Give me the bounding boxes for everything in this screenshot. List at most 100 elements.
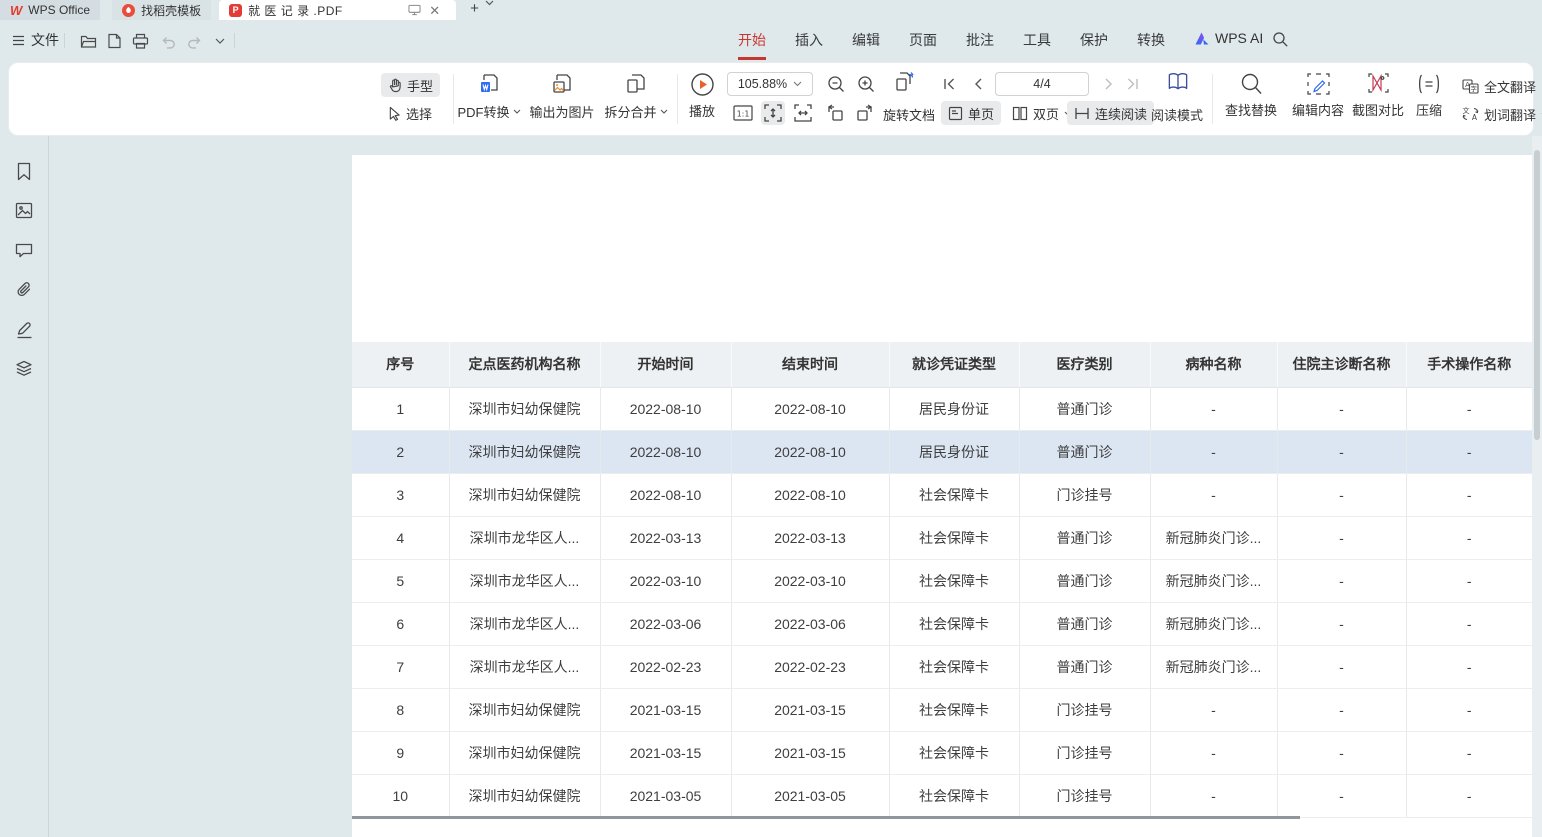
table-cell: - (1277, 602, 1406, 645)
rotate-doc-label: 旋转文档 (883, 108, 935, 123)
signature-pen-icon[interactable] (13, 319, 35, 341)
quick-access-chevron-icon[interactable] (210, 31, 230, 51)
wps-logo-icon: W (10, 3, 22, 18)
table-cell: 普通门诊 (1019, 387, 1150, 430)
first-page-button[interactable] (937, 72, 961, 96)
undo-icon[interactable] (158, 31, 178, 51)
document-page[interactable]: 序号定点医药机构名称开始时间结束时间就诊凭证类型医疗类别病种名称住院主诊断名称手… (352, 155, 1533, 837)
table-cell: 2021-03-05 (600, 774, 731, 817)
table-cell: 4 (352, 516, 449, 559)
search-icon[interactable] (1272, 31, 1289, 48)
compress-button[interactable]: 压缩 (1409, 72, 1449, 119)
select-tool-label: 选择 (406, 104, 432, 123)
redo-icon[interactable] (184, 31, 204, 51)
separator (234, 33, 235, 48)
svg-text:1:1: 1:1 (737, 110, 750, 119)
table-row: 3深圳市妇幼保健院2022-08-102022-08-10社会保障卡门诊挂号--… (352, 473, 1532, 516)
actual-size-button[interactable]: 1:1 (731, 101, 755, 125)
pdf-convert-label: PDF转换 (457, 102, 509, 121)
table-header-cell: 住院主诊断名称 (1277, 342, 1406, 387)
tab-document[interactable]: P 就 医 记 录 .PDF ✕ (219, 0, 456, 20)
menu-item-4[interactable]: 批注 (966, 30, 994, 50)
menu-item-5[interactable]: 工具 (1023, 30, 1051, 50)
menu-item-1[interactable]: 插入 (795, 30, 823, 50)
table-cell: 深圳市龙华区人... (449, 559, 600, 602)
separator (64, 33, 65, 48)
table-cell: - (1277, 731, 1406, 774)
read-mode-button[interactable]: 阅读模式 (1151, 105, 1203, 124)
tab-docer-templates[interactable]: 找稻壳模板 (112, 0, 211, 20)
continuous-read-button[interactable]: 连续阅读 (1067, 101, 1154, 125)
table-cell: 2022-03-10 (731, 559, 889, 602)
full-translate-icon: A字 (1462, 79, 1479, 94)
export-image-label: 输出为图片 (529, 102, 594, 121)
close-tab-icon[interactable]: ✕ (429, 4, 440, 17)
table-header-cell: 开始时间 (600, 342, 731, 387)
menu-item-7[interactable]: 转换 (1137, 30, 1165, 50)
edit-content-button[interactable]: 编辑内容 (1288, 72, 1348, 119)
rotate-left-button[interactable] (823, 101, 847, 125)
wps-ai-button[interactable]: WPS AI (1194, 30, 1263, 46)
scrollbar-thumb[interactable] (1534, 150, 1540, 440)
screenshot-compare-button[interactable]: 截图对比 (1348, 72, 1408, 119)
svg-text:字: 字 (1470, 84, 1477, 93)
table-cell: 社会保障卡 (889, 731, 1019, 774)
next-page-button[interactable] (1097, 72, 1121, 96)
tab-wps-home[interactable]: W WPS Office (0, 0, 100, 20)
file-menu-icon (12, 35, 25, 46)
menu-bar: 文件 开始 插入 编辑 页面 批注 工具 保护 转换 WPS AI (0, 20, 1542, 60)
zoom-in-button[interactable] (854, 72, 878, 96)
zoom-level-select[interactable]: 105.88% (727, 72, 813, 96)
tab-list-chevron-icon[interactable] (485, 0, 494, 20)
new-tab-icon[interactable]: + (470, 0, 479, 20)
single-page-button[interactable]: 单页 (941, 101, 1001, 125)
bookmark-icon[interactable] (13, 160, 35, 182)
export-image-button[interactable]: 输出为图片 (525, 72, 599, 121)
open-file-button[interactable] (78, 31, 98, 51)
table-cell: 深圳市妇幼保健院 (449, 688, 600, 731)
rotate-doc-button[interactable]: 旋转文档 (883, 105, 935, 124)
table-cell: 普通门诊 (1019, 430, 1150, 473)
last-page-button[interactable] (1121, 72, 1145, 96)
book-icon[interactable] (1166, 70, 1190, 94)
table-cell: 深圳市龙华区人... (449, 602, 600, 645)
vertical-scrollbar[interactable] (1532, 136, 1542, 837)
table-row: 9深圳市妇幼保健院2021-03-152021-03-15社会保障卡门诊挂号--… (352, 731, 1532, 774)
print-button[interactable] (130, 31, 150, 51)
menu-item-3[interactable]: 页面 (909, 30, 937, 50)
menu-item-2[interactable]: 编辑 (852, 30, 880, 50)
table-row: 10深圳市妇幼保健院2021-03-052021-03-05社会保障卡门诊挂号-… (352, 774, 1532, 817)
menu-item-0[interactable]: 开始 (738, 30, 766, 50)
split-merge-button[interactable]: 拆分合并 (600, 72, 672, 121)
fit-width-button[interactable] (791, 101, 815, 125)
select-tool-button[interactable]: 选择 (381, 101, 439, 125)
find-replace-button[interactable]: 查找替换 (1217, 72, 1285, 119)
pdf-convert-button[interactable]: PDF转换 (454, 72, 524, 121)
hand-tool-button[interactable]: 手型 (381, 73, 440, 97)
menu-item-6[interactable]: 保护 (1080, 30, 1108, 50)
zoom-out-button[interactable] (824, 72, 848, 96)
present-monitor-icon[interactable] (408, 4, 421, 16)
save-button[interactable] (104, 31, 124, 51)
table-cell: 2022-08-10 (731, 473, 889, 516)
file-menu-button[interactable]: 文件 (12, 30, 59, 50)
table-cell: - (1406, 387, 1532, 430)
play-slideshow-button[interactable]: 播放 (681, 72, 723, 120)
prev-page-button[interactable] (965, 72, 989, 96)
word-translate-button[interactable]: 文A 划词翻译 (1455, 102, 1542, 126)
pdf-file-icon: P (229, 4, 242, 17)
attachment-icon[interactable] (13, 279, 35, 301)
full-translate-button[interactable]: A字 全文翻译 (1455, 74, 1542, 98)
comment-icon[interactable] (13, 239, 35, 261)
fit-page-button[interactable] (761, 101, 785, 125)
layers-icon[interactable] (13, 358, 35, 380)
full-translate-label: 全文翻译 (1484, 77, 1536, 96)
edit-content-label: 编辑内容 (1292, 100, 1344, 119)
rotate-pages-icon[interactable] (893, 70, 917, 94)
rotate-right-button[interactable] (853, 101, 877, 125)
table-cell: 新冠肺炎门诊... (1150, 559, 1277, 602)
thumbnail-icon[interactable] (13, 199, 35, 221)
page-number-input[interactable]: 4/4 (995, 72, 1089, 96)
table-cell: 居民身份证 (889, 430, 1019, 473)
chevron-down-icon (660, 109, 668, 114)
